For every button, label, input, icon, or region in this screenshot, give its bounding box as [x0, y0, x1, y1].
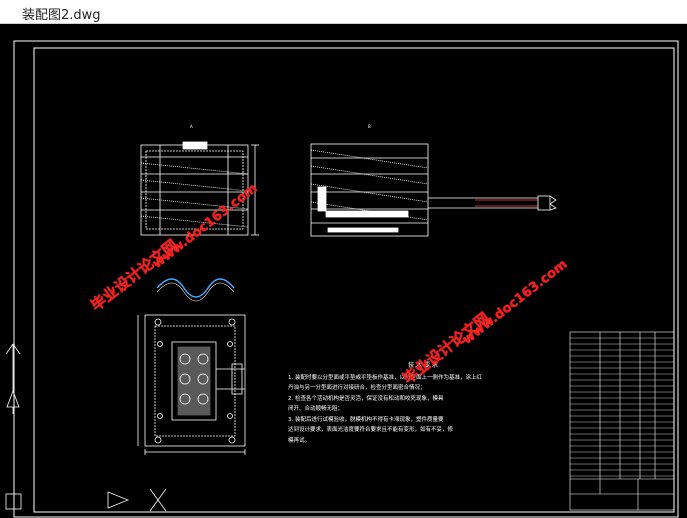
drawing-canvas[interactable]: A B 技 术 要 求 1. 装配时要以分型面或平垫或平垫板作基准，以分型面上一…: [0, 24, 687, 518]
front-view-label: A: [190, 124, 193, 129]
requirement-line: 丹油与另一分型面进行对接研合，检查分型面密合情况；: [288, 385, 426, 391]
side-view: [310, 143, 429, 237]
requirement-line: 闭开、合动顺畅无阻；: [288, 406, 344, 412]
side-view-ejector: [428, 195, 557, 211]
title-block-rows: [570, 337, 674, 477]
window-title: 装配图2.dwg: [22, 8, 101, 23]
ucs-icon: [5, 343, 167, 512]
top-view: [137, 314, 246, 455]
requirement-line: 2. 检查各个活动机构是否灵活，保证没有松动和咬死现象，模具: [288, 395, 444, 402]
top-view-curve: [156, 278, 235, 298]
side-view-label: B: [368, 124, 371, 129]
window-titlebar: 装配图2.dwg: [0, 0, 687, 24]
title-block: [569, 331, 675, 511]
requirement-line: 模再试。: [288, 437, 311, 444]
requirement-line: 达到设计要求，表面光洁度要符合要求且不能有变形，如有不妥，修: [288, 427, 454, 433]
requirement-line: 3. 装配后进行试模验收，脱模机构不得有卡滞现象，塑件质量要: [288, 416, 444, 423]
